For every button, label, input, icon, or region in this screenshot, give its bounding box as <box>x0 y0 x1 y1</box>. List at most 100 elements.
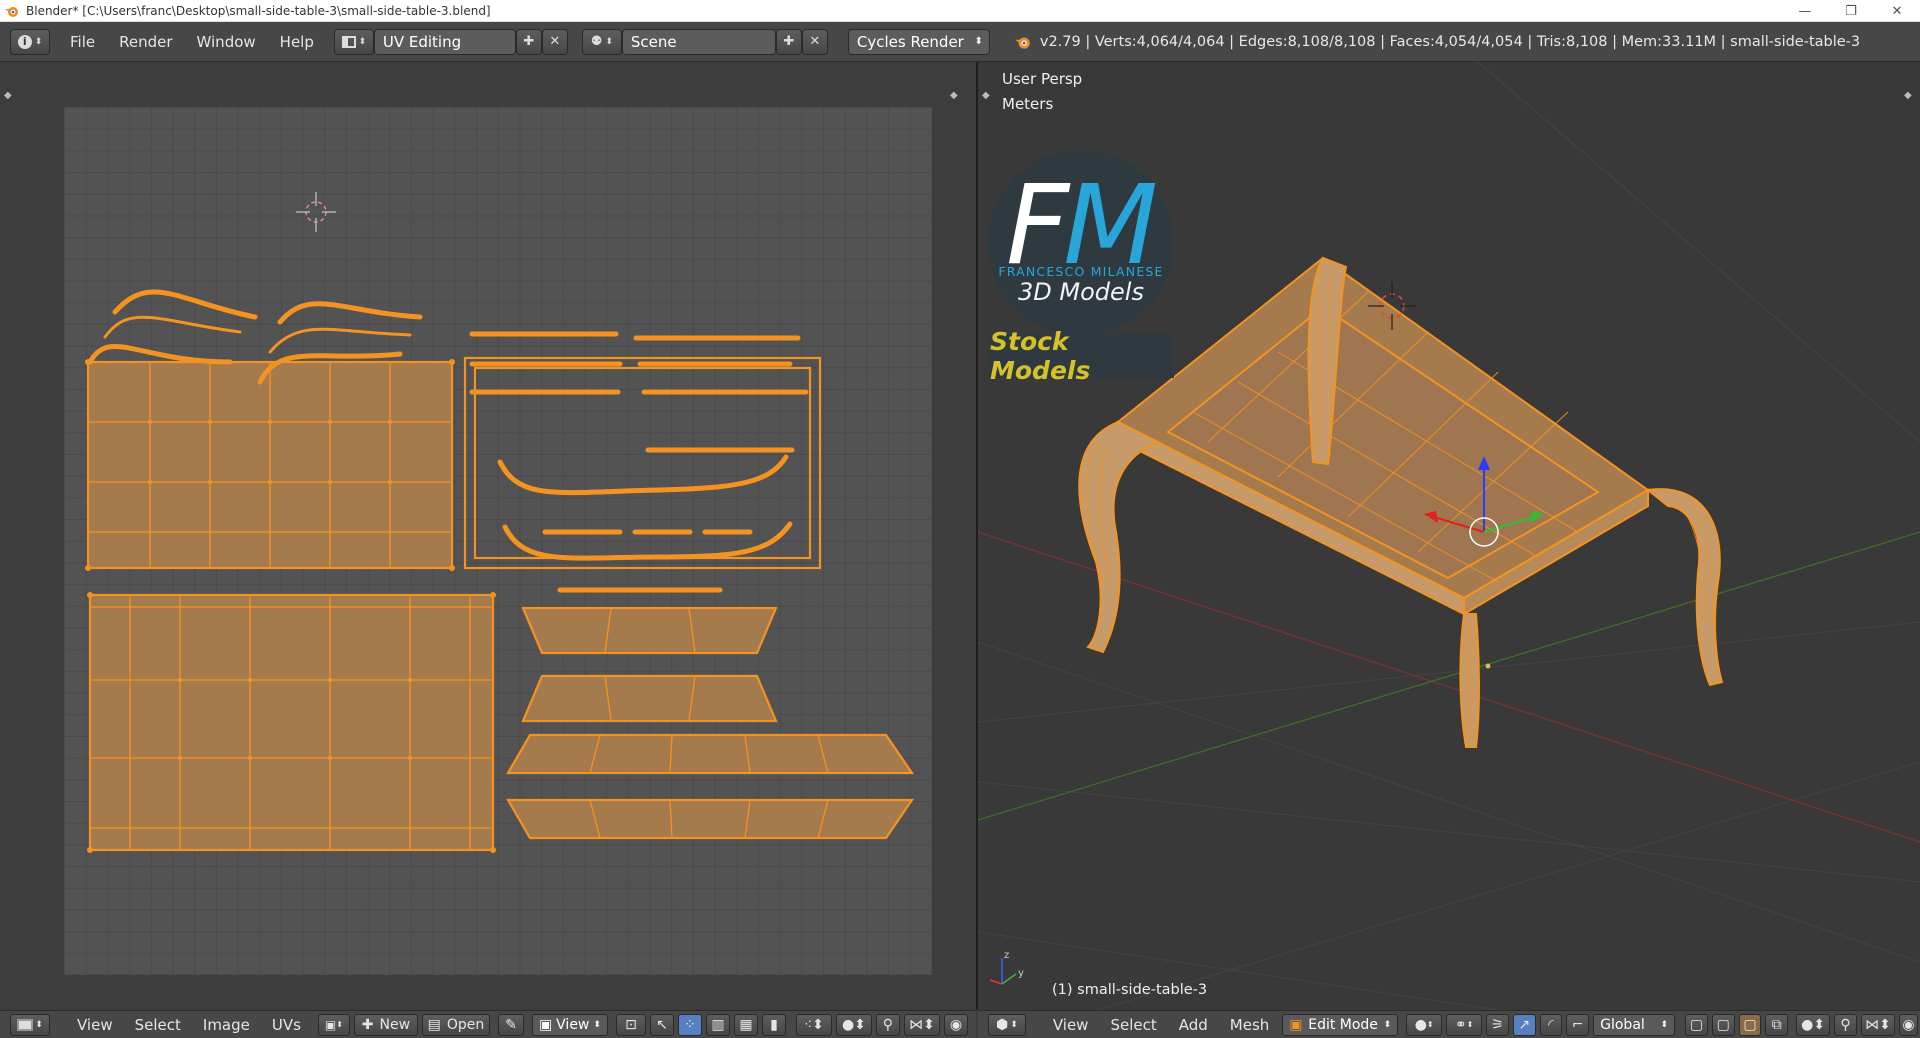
close-button[interactable]: ✕ <box>1874 0 1920 22</box>
render-engine-select[interactable]: Cycles Render ⬍ <box>847 28 990 55</box>
logo-name: FRANCESCO MILANESE <box>998 264 1164 279</box>
translate-manipulator-icon[interactable]: ↗ <box>1512 1013 1536 1036</box>
edge-select-mode-icon[interactable]: ▢ <box>1711 1013 1735 1036</box>
updown-arrows-icon: ⬍ <box>35 1019 43 1030</box>
uv-island-leg-1[interactable] <box>112 289 258 320</box>
screen-layout-browse-button[interactable]: ⬍ <box>333 28 374 55</box>
folder-icon: ▤ <box>427 1016 441 1033</box>
menu-uvs[interactable]: UVs <box>261 1016 312 1034</box>
delete-scene-button[interactable]: ✕ <box>801 28 828 55</box>
menu-window[interactable]: Window <box>185 29 268 55</box>
updown-arrows-icon: ⬍ <box>358 36 367 47</box>
scene-field[interactable]: Scene <box>621 28 776 55</box>
menu-render[interactable]: Render <box>107 29 184 55</box>
face-select-icon[interactable]: ▦ <box>733 1013 758 1036</box>
edit-mode-icon: ▣ <box>1289 1016 1303 1033</box>
uv-island-strip-1[interactable] <box>521 606 778 655</box>
snap-icon[interactable]: ⚲ <box>1834 1013 1857 1036</box>
new-image-label: New <box>379 1016 411 1033</box>
manipulator-toggle-icon[interactable]: ⚞ <box>1486 1013 1509 1036</box>
delete-layout-button[interactable]: ✕ <box>541 28 568 55</box>
updown-arrows-icon: ⬍ <box>336 1020 343 1029</box>
menu-image[interactable]: Image <box>192 1016 261 1034</box>
vertex-select-mode-icon[interactable]: ▢ <box>1685 1013 1708 1036</box>
updown-arrows-icon: ⬍ <box>593 1019 601 1030</box>
add-scene-button[interactable]: ✚ <box>775 28 802 55</box>
viewport-shading-select[interactable]: ● ⬍ <box>1406 1013 1443 1036</box>
editor-type-button[interactable]: ⬍ <box>10 1013 50 1036</box>
editor-type-info-button[interactable]: i ⬍ <box>10 28 50 55</box>
uv-islands[interactable] <box>0 62 976 1010</box>
editor-type-button[interactable]: ⬢ ⬍ <box>988 1013 1026 1036</box>
window-title: Blender* [C:\Users\franc\Desktop\small-s… <box>26 3 491 18</box>
menu-help[interactable]: Help <box>268 29 326 55</box>
proportional-edit-icon[interactable]: ●⬍ <box>1796 1013 1831 1036</box>
pivot-icon[interactable]: ⊡ <box>615 1013 646 1036</box>
add-layout-button[interactable]: ✚ <box>515 28 542 55</box>
updown-arrows-icon: ⬍ <box>1660 1019 1669 1030</box>
image-icon: ▣ <box>324 1017 337 1032</box>
menu-select[interactable]: Select <box>1099 1016 1167 1034</box>
minimize-button[interactable]: — <box>1782 0 1828 22</box>
snap-element-icon[interactable]: ⋈⬍ <box>1860 1013 1895 1036</box>
window-titlebar: Blender* [C:\Users\franc\Desktop\small-s… <box>0 0 1920 22</box>
snap-element-icon[interactable]: ⋈⬍ <box>903 1013 940 1036</box>
scene-icon: ⚉ <box>590 34 603 49</box>
face-select-mode-icon[interactable]: ▢ <box>1738 1013 1762 1036</box>
restore-button[interactable]: ❐ <box>1828 0 1874 22</box>
uv-editor[interactable]: ◆ ◆ <box>0 62 976 1010</box>
scene-browse-button[interactable]: ⚉ ⬍ <box>581 28 622 55</box>
pin-icon[interactable]: ✎ <box>497 1013 524 1036</box>
scene-statistics: v2.79 | Verts:4,064/4,064 | Edges:8,108/… <box>1039 33 1861 50</box>
pivot-icon: ⚭ <box>1454 1016 1467 1033</box>
uv-island-strip-3[interactable] <box>506 733 915 775</box>
transform-orientation-select[interactable]: Global ⬍ <box>1593 1013 1676 1036</box>
logo-subtitle: 3D Models <box>1018 278 1144 306</box>
pivot-point-select[interactable]: ⚭ ⬍ <box>1446 1013 1483 1036</box>
svg-text:y: y <box>1018 968 1024 979</box>
updown-arrows-icon: ⬍ <box>605 36 613 47</box>
scale-manipulator-icon[interactable]: ⌐ <box>1566 1013 1590 1036</box>
sync-selection-icon[interactable]: ↖ <box>649 1013 674 1036</box>
screen-layout-field[interactable]: UV Editing <box>373 28 516 55</box>
opengl-render-icon[interactable]: ◉ <box>1898 1013 1918 1036</box>
interaction-mode-select[interactable]: ▣ Edit Mode ⬍ <box>1282 1013 1399 1036</box>
sticky-select-icon[interactable]: ⁖⬍ <box>795 1013 832 1036</box>
uv-island-leg-3[interactable] <box>277 301 423 325</box>
menu-add[interactable]: Add <box>1168 1016 1219 1034</box>
uv-island-leg-2[interactable] <box>87 344 233 365</box>
rotate-manipulator-icon[interactable]: ◜ <box>1539 1013 1563 1036</box>
proportional-edit-icon[interactable]: ●⬍ <box>835 1013 872 1036</box>
object-origin[interactable] <box>1485 663 1491 669</box>
image-browse-button[interactable]: ▣ ⬍ <box>317 1013 350 1036</box>
uv-island-strip-4[interactable] <box>506 798 915 840</box>
vertex-select-icon[interactable]: ⁘ <box>677 1013 702 1036</box>
island-select-icon[interactable]: ▮ <box>761 1013 786 1036</box>
uv-island-bottom-panel[interactable] <box>88 593 495 852</box>
solid-shading-icon: ● <box>1414 1016 1427 1033</box>
plus-icon: ✚ <box>523 34 535 49</box>
blender-logo-icon <box>4 3 20 19</box>
edge-select-icon[interactable]: ▥ <box>705 1013 730 1036</box>
menu-mesh[interactable]: Mesh <box>1219 1016 1281 1034</box>
open-image-button[interactable]: ▤ Open <box>421 1013 490 1036</box>
new-image-button[interactable]: ✚ New <box>353 1013 418 1036</box>
uv-island-strip-2[interactable] <box>521 674 778 723</box>
blender-logo-icon <box>1014 33 1032 51</box>
image-editor-icon <box>17 1018 34 1031</box>
uv-2d-cursor-icon[interactable] <box>296 192 336 232</box>
table-leg-front-right[interactable] <box>1645 488 1724 687</box>
menu-file[interactable]: File <box>58 29 107 55</box>
updown-arrows-icon: ⬍ <box>1426 1020 1434 1029</box>
occlude-geometry-icon[interactable]: ⧉ <box>1765 1013 1789 1036</box>
3d-viewport[interactable]: ◆ ◆ User Persp Meters FM FRANCESCO MILAN… <box>978 62 1920 1010</box>
3d-cursor-icon[interactable] <box>1368 282 1416 330</box>
table-leg-front-center[interactable] <box>1459 613 1480 748</box>
menu-view[interactable]: View <box>66 1016 124 1034</box>
snap-icon[interactable]: ⚲ <box>875 1013 900 1036</box>
menu-view[interactable]: View <box>1042 1016 1100 1034</box>
render-icon[interactable]: ◉ <box>943 1013 968 1036</box>
menu-select[interactable]: Select <box>124 1016 192 1034</box>
axis-orientation-icon: z y <box>989 950 1024 985</box>
uv-view-mode-select[interactable]: ▣ View ⬍ <box>531 1013 608 1036</box>
